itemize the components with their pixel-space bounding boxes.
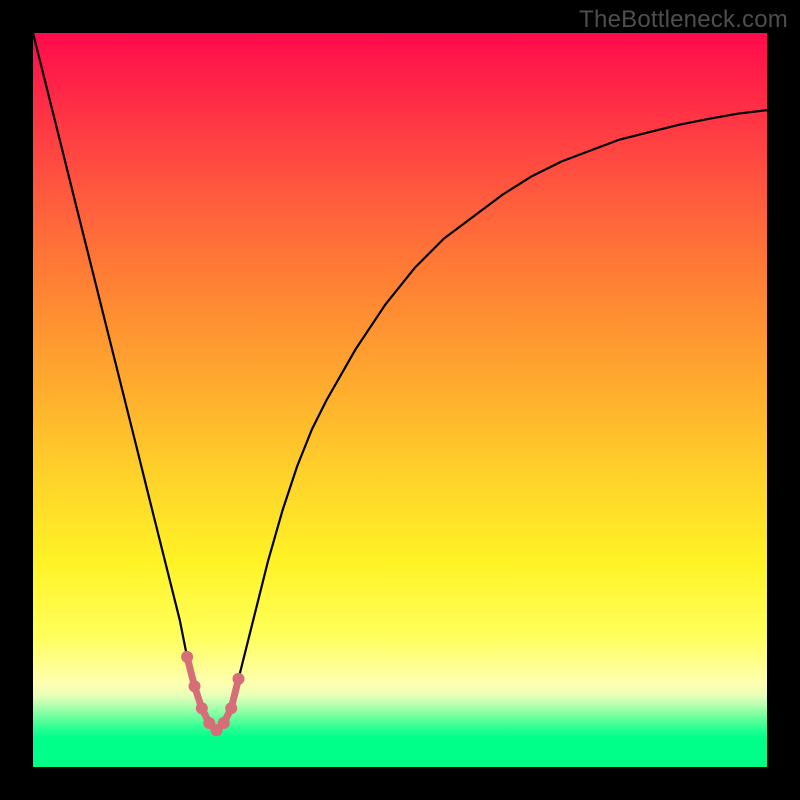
curve-svg — [33, 33, 767, 767]
optimal-dot — [233, 673, 245, 685]
chart-frame: TheBottleneck.com — [0, 0, 800, 800]
optimal-dot — [218, 717, 230, 729]
watermark-text: TheBottleneck.com — [579, 6, 788, 34]
optimal-dot — [189, 680, 201, 692]
optimal-dot — [196, 702, 208, 714]
bottleneck-curve — [33, 33, 767, 730]
optimal-dot — [181, 651, 193, 663]
optimal-dot — [225, 702, 237, 714]
plot-area — [33, 33, 767, 767]
